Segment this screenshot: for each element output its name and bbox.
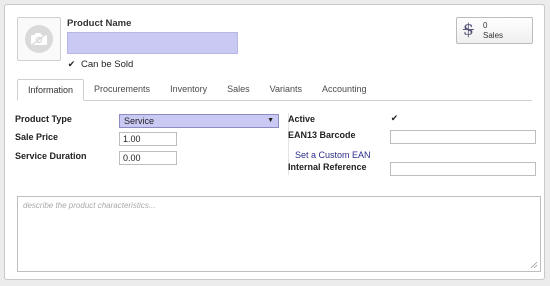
service-duration-input[interactable]: 0.00 xyxy=(119,151,177,165)
internal-reference-input[interactable] xyxy=(390,162,536,176)
product-type-select[interactable]: Service ▼ xyxy=(119,114,279,128)
can-be-sold-label: Can be Sold xyxy=(81,59,134,70)
tab-sales[interactable]: Sales xyxy=(217,79,260,101)
ean13-barcode-input[interactable] xyxy=(390,130,536,144)
can-be-sold-checkbox[interactable]: ✔ xyxy=(67,60,76,69)
tab-accounting[interactable]: Accounting xyxy=(312,79,377,101)
product-form-sheet: Product Name ✔ Can be Sold $ 0 Sales Inf… xyxy=(4,4,545,280)
sales-label: Sales xyxy=(483,30,504,40)
tab-variants[interactable]: Variants xyxy=(260,79,312,101)
product-type-value: Service xyxy=(124,116,155,126)
set-custom-ean-link[interactable]: Set a Custom EAN xyxy=(295,150,371,160)
product-name-label: Product Name xyxy=(67,18,132,29)
ean13-barcode-label: EAN13 Barcode xyxy=(288,130,356,140)
description-textarea[interactable]: describe the product characteristics... xyxy=(17,196,541,272)
sales-smart-button-text: 0 Sales xyxy=(483,21,503,41)
sale-price-input[interactable]: 1.00 xyxy=(119,132,177,146)
tab-procurements[interactable]: Procurements xyxy=(84,79,160,101)
active-checkbox[interactable]: ✔ xyxy=(390,114,399,123)
product-name-input[interactable] xyxy=(67,32,238,54)
internal-reference-label: Internal Reference xyxy=(288,162,367,172)
tab-information[interactable]: Information xyxy=(17,79,85,101)
product-image[interactable] xyxy=(17,17,61,61)
description-placeholder: describe the product characteristics... xyxy=(23,201,156,210)
sale-price-label: Sale Price xyxy=(15,132,59,142)
dollar-icon: $ xyxy=(463,20,474,40)
sales-count: 0 xyxy=(483,20,488,30)
dropdown-arrow-icon: ▼ xyxy=(267,117,274,124)
tab-inventory[interactable]: Inventory xyxy=(160,79,217,101)
product-type-label: Product Type xyxy=(15,114,72,124)
resize-grip-icon[interactable] xyxy=(530,261,538,269)
can-be-sold-row: ✔ Can be Sold xyxy=(67,59,134,70)
tab-bar: Information Procurements Inventory Sales… xyxy=(17,79,532,101)
service-duration-label: Service Duration xyxy=(15,151,87,161)
active-label: Active xyxy=(288,114,316,124)
camera-icon xyxy=(25,25,53,53)
sales-smart-button[interactable]: $ 0 Sales xyxy=(456,17,533,44)
